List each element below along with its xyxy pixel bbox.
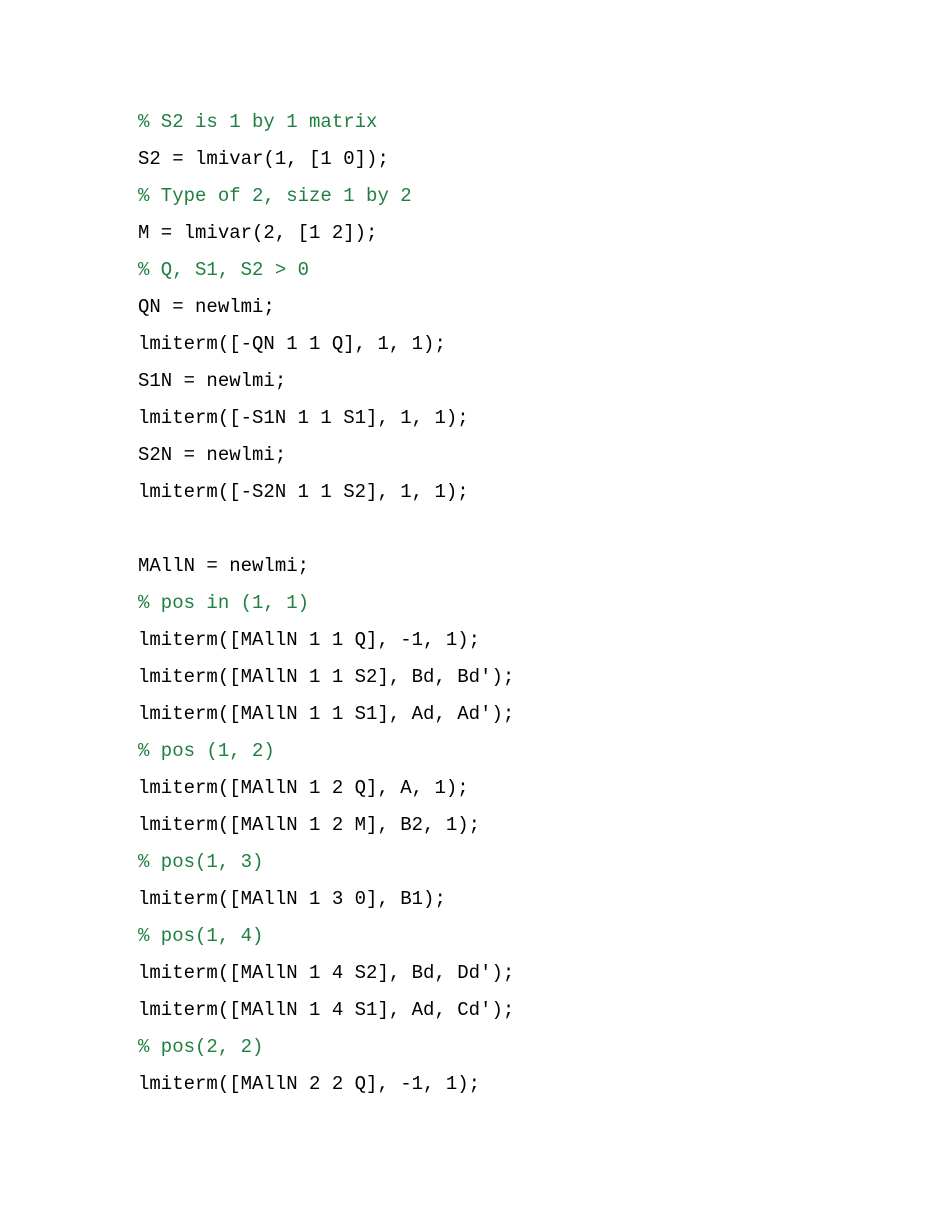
- code-line: M = lmivar(2, [1 2]);: [138, 215, 950, 252]
- code-line: lmiterm([MAllN 1 1 S2], Bd, Bd');: [138, 659, 950, 696]
- code-listing: % S2 is 1 by 1 matrixS2 = lmivar(1, [1 0…: [0, 0, 950, 1103]
- code-line: % pos(1, 4): [138, 918, 950, 955]
- code-line: lmiterm([-QN 1 1 Q], 1, 1);: [138, 326, 950, 363]
- code-line: lmiterm([MAllN 1 1 Q], -1, 1);: [138, 622, 950, 659]
- code-line: % pos in (1, 1): [138, 585, 950, 622]
- code-line: S2 = lmivar(1, [1 0]);: [138, 141, 950, 178]
- code-line: lmiterm([MAllN 1 3 0], B1);: [138, 881, 950, 918]
- code-line: lmiterm([-S2N 1 1 S2], 1, 1);: [138, 474, 950, 511]
- code-line: % S2 is 1 by 1 matrix: [138, 104, 950, 141]
- code-line: lmiterm([MAllN 1 2 M], B2, 1);: [138, 807, 950, 844]
- code-line: QN = newlmi;: [138, 289, 950, 326]
- code-line: lmiterm([MAllN 1 1 S1], Ad, Ad');: [138, 696, 950, 733]
- code-line: [138, 511, 950, 548]
- code-line: lmiterm([MAllN 1 2 Q], A, 1);: [138, 770, 950, 807]
- code-line: % Q, S1, S2 > 0: [138, 252, 950, 289]
- code-line: S1N = newlmi;: [138, 363, 950, 400]
- code-line: MAllN = newlmi;: [138, 548, 950, 585]
- code-line: % pos(2, 2): [138, 1029, 950, 1066]
- code-line: lmiterm([MAllN 1 4 S2], Bd, Dd');: [138, 955, 950, 992]
- code-line: % pos(1, 3): [138, 844, 950, 881]
- code-line: lmiterm([-S1N 1 1 S1], 1, 1);: [138, 400, 950, 437]
- code-line: % pos (1, 2): [138, 733, 950, 770]
- code-line: lmiterm([MAllN 1 4 S1], Ad, Cd');: [138, 992, 950, 1029]
- code-line: S2N = newlmi;: [138, 437, 950, 474]
- code-line: lmiterm([MAllN 2 2 Q], -1, 1);: [138, 1066, 950, 1103]
- code-line: % Type of 2, size 1 by 2: [138, 178, 950, 215]
